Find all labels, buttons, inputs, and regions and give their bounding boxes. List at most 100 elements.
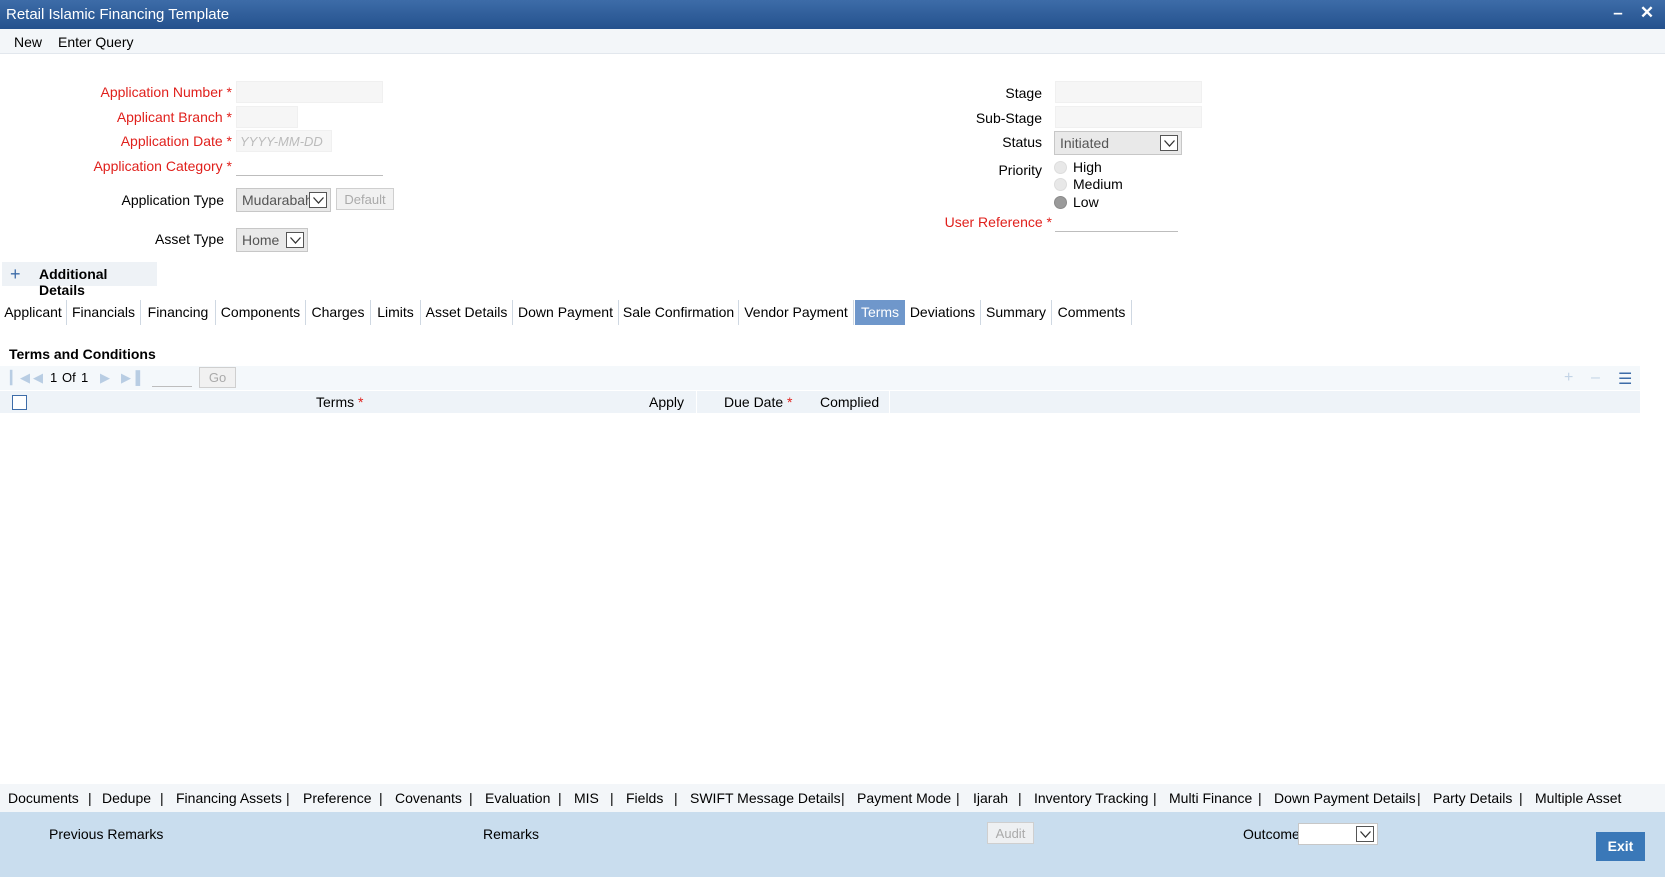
applicant-branch-field[interactable] — [236, 106, 298, 128]
tab-applicant[interactable]: Applicant — [0, 300, 67, 325]
link-multi-finance[interactable]: Multi Finance — [1169, 790, 1252, 806]
next-page-icon[interactable]: ▶ — [100, 370, 110, 386]
link-dedupe[interactable]: Dedupe — [102, 790, 151, 806]
go-button[interactable]: Go — [199, 367, 236, 388]
link-separator: | — [1153, 790, 1157, 806]
asset-type-select[interactable]: Home — [236, 228, 308, 252]
tab-asset-details[interactable]: Asset Details — [421, 300, 513, 325]
sub-stage-label: Sub-Stage — [975, 110, 1042, 126]
terms-section-title: Terms and Conditions — [9, 346, 156, 362]
tab-charges[interactable]: Charges — [306, 300, 371, 325]
link-financing-assets[interactable]: Financing Assets — [176, 790, 282, 806]
list-view-icon[interactable]: ☰ — [1618, 369, 1632, 389]
select-all-checkbox[interactable] — [12, 395, 27, 410]
link-covenants[interactable]: Covenants — [395, 790, 462, 806]
link-separator: | — [610, 790, 614, 806]
link-party-details[interactable]: Party Details — [1433, 790, 1512, 806]
tab-deviations[interactable]: Deviations — [905, 300, 981, 325]
link-separator: | — [88, 790, 92, 806]
pager-total: 1 — [81, 370, 89, 385]
delete-row-icon[interactable]: – — [1591, 369, 1600, 387]
application-type-label: Application Type — [121, 192, 224, 208]
chevron-down-icon — [1356, 826, 1374, 842]
pager: ▎◀ ◀ 1 Of 1 ▶ ▶▐ Go + – ☰ — [0, 366, 1640, 390]
last-page-icon[interactable]: ▶▐ — [121, 370, 140, 386]
plus-icon: + — [10, 264, 21, 284]
link-separator: | — [1417, 790, 1421, 806]
outcome-select[interactable] — [1298, 823, 1378, 845]
link-separator: | — [558, 790, 562, 806]
add-row-icon[interactable]: + — [1564, 369, 1573, 387]
tab-vendor-payment[interactable]: Vendor Payment — [739, 300, 854, 325]
tab-components[interactable]: Components — [216, 300, 306, 325]
link-preference[interactable]: Preference — [303, 790, 371, 806]
link-fields[interactable]: Fields — [626, 790, 663, 806]
column-due-date: Due Date * — [724, 394, 793, 410]
exit-button[interactable]: Exit — [1596, 832, 1645, 861]
user-reference-field[interactable] — [1055, 210, 1178, 232]
application-category-field[interactable] — [236, 154, 383, 176]
close-icon[interactable]: ✕ — [1637, 3, 1657, 25]
link-separator: | — [674, 790, 678, 806]
page-number-input[interactable] — [152, 369, 192, 387]
column-complied: Complied — [820, 394, 880, 410]
previous-page-icon[interactable]: ◀ — [33, 370, 43, 386]
link-ijarah[interactable]: Ijarah — [973, 790, 1008, 806]
audit-button[interactable]: Audit — [987, 822, 1034, 844]
stage-field[interactable] — [1055, 81, 1202, 103]
title-bar: Retail Islamic Financing Template – ✕ — [0, 0, 1665, 29]
asset-type-label: Asset Type — [154, 231, 224, 247]
tab-terms[interactable]: Terms — [855, 300, 905, 325]
link-separator: | — [469, 790, 473, 806]
link-evaluation[interactable]: Evaluation — [485, 790, 550, 806]
additional-details-toggle[interactable]: + Additional Details — [2, 262, 157, 298]
sub-stage-field[interactable] — [1055, 106, 1202, 128]
column-separator — [696, 391, 697, 413]
terms-grid-header: Terms * Apply Due Date * Complied — [0, 391, 1640, 413]
tab-financing[interactable]: Financing — [141, 300, 216, 325]
link-separator: | — [160, 790, 164, 806]
link-down-payment-details[interactable]: Down Payment Details — [1274, 790, 1416, 806]
link-separator: | — [286, 790, 290, 806]
tab-financials[interactable]: Financials — [67, 300, 141, 325]
applicant-branch-label: Applicant Branch * — [116, 109, 232, 125]
first-page-icon[interactable]: ▎◀ — [10, 370, 30, 386]
tab-down-payment[interactable]: Down Payment — [513, 300, 619, 325]
stage-label: Stage — [1005, 85, 1042, 101]
link-multiple-asset[interactable]: Multiple Asset — [1535, 790, 1621, 806]
link-separator: | — [956, 790, 960, 806]
status-select[interactable]: Initiated — [1054, 131, 1182, 155]
previous-remarks-link[interactable]: Previous Remarks — [49, 826, 163, 842]
application-number-field[interactable] — [236, 81, 383, 103]
application-date-field[interactable]: YYYY-MM-DD — [236, 130, 332, 152]
pager-of-label: Of — [62, 370, 76, 385]
chevron-down-icon — [1160, 135, 1178, 151]
remarks-link[interactable]: Remarks — [483, 826, 539, 842]
minimize-icon[interactable]: – — [1608, 3, 1628, 25]
chevron-down-icon — [286, 232, 304, 248]
application-type-select[interactable]: Mudarabah — [236, 188, 331, 212]
application-number-label: Application Number * — [100, 84, 232, 100]
tab-limits[interactable]: Limits — [371, 300, 421, 325]
column-apply: Apply — [649, 394, 685, 410]
column-separator — [889, 391, 890, 413]
tab-comments[interactable]: Comments — [1052, 300, 1132, 325]
menu-new[interactable]: New — [14, 34, 42, 50]
default-button[interactable]: Default — [336, 188, 394, 210]
link-documents[interactable]: Documents — [8, 790, 79, 806]
priority-medium-radio[interactable] — [1054, 178, 1067, 191]
bottom-links-bar: Documents | Dedupe | Financing Assets | … — [0, 784, 1665, 812]
priority-low-radio[interactable] — [1054, 196, 1067, 209]
tab-sale-confirmation[interactable]: Sale Confirmation — [619, 300, 739, 325]
footer: Previous Remarks Remarks Audit Outcome E… — [0, 812, 1665, 877]
menu-enter-query[interactable]: Enter Query — [58, 34, 133, 50]
link-mis[interactable]: MIS — [574, 790, 599, 806]
window-title: Retail Islamic Financing Template — [6, 6, 230, 23]
user-reference-label: User Reference * — [944, 214, 1052, 230]
priority-medium-label: Medium — [1073, 176, 1123, 192]
priority-high-radio[interactable] — [1054, 161, 1067, 174]
tab-summary[interactable]: Summary — [981, 300, 1052, 325]
link-payment-mode[interactable]: Payment Mode — [857, 790, 951, 806]
link-inventory-tracking[interactable]: Inventory Tracking — [1034, 790, 1148, 806]
link-swift-message-details[interactable]: SWIFT Message Details — [690, 790, 841, 806]
